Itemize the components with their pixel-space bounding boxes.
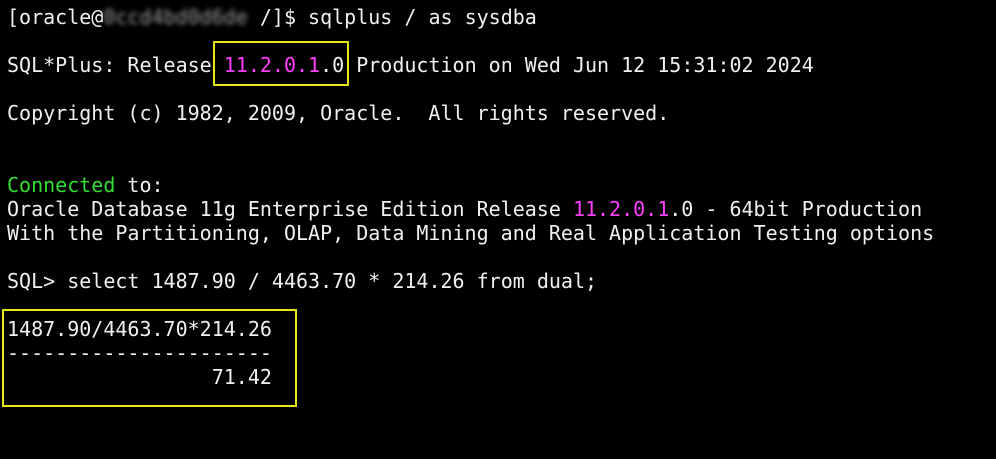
terminal-window[interactable]: [oracle@0ccd4bd0d6de /]$ sqlplus / as sy…: [0, 0, 996, 459]
database-version-line: Oracle Database 11g Enterprise Edition R…: [7, 197, 922, 221]
banner-prefix: SQL*Plus: Release: [7, 53, 224, 77]
db-version-highlight: 11.2.0.1: [572, 197, 670, 221]
result-highlight-box: [2, 309, 297, 407]
sql-prompt: SQL>: [7, 269, 68, 293]
sql-query-line: SQL> select 1487.90 / 4463.70 * 214.26 f…: [7, 269, 597, 293]
prompt-hostname-redacted: 0ccd4bd0d6de: [103, 5, 248, 29]
prompt-user: [oracle@: [7, 5, 104, 29]
shell-prompt-line: [oracle@0ccd4bd0d6de /]$ sqlplus / as sy…: [7, 5, 537, 29]
sql-query: select 1487.90 / 4463.70 * 214.26 from d…: [67, 269, 598, 293]
connected-tail: to:: [115, 173, 164, 197]
banner-suffix: Production on Wed Jun 12 15:31:02 2024: [344, 53, 814, 77]
db-line-suffix: .0 - 64bit Production: [669, 197, 923, 221]
sqlplus-banner-line: SQL*Plus: Release 11.2.0.1.0 Production …: [7, 53, 814, 77]
prompt-path: /]$: [247, 5, 309, 29]
shell-command: sqlplus / as sysdba: [308, 5, 537, 29]
copyright-line: Copyright (c) 1982, 2009, Oracle. All ri…: [7, 101, 670, 125]
connected-word: Connected: [7, 173, 116, 197]
db-line-prefix: Oracle Database 11g Enterprise Edition R…: [7, 197, 573, 221]
connected-line: Connected to:: [7, 173, 164, 197]
version-highlight-box: [213, 41, 349, 86]
options-line: With the Partitioning, OLAP, Data Mining…: [7, 221, 935, 245]
